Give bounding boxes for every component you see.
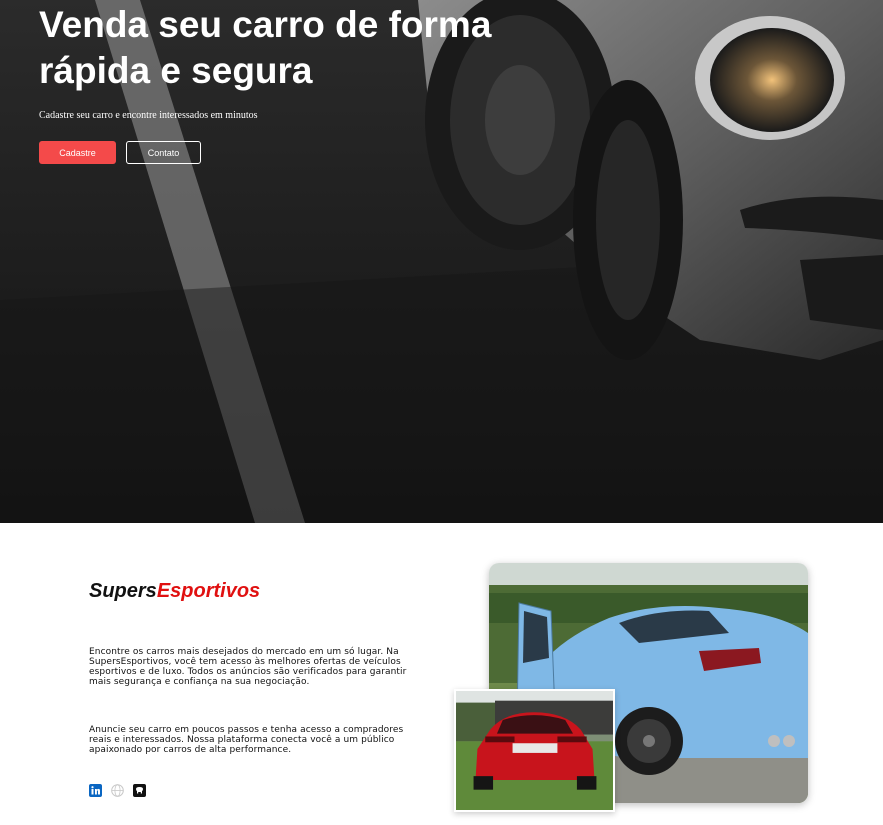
about-paragraph-2: Anuncie seu carro em poucos passos e ten…: [89, 725, 404, 755]
github-icon[interactable]: [133, 784, 146, 797]
globe-icon[interactable]: [111, 784, 124, 797]
hero-title: Venda seu carro de forma rápida e segura: [39, 4, 492, 91]
brand-logo: SupersEsportivos: [89, 580, 260, 603]
cadastre-button[interactable]: Cadastre: [39, 141, 116, 164]
brand-logo-part2: Esportivos: [156, 580, 261, 602]
contato-button[interactable]: Contato: [126, 141, 201, 164]
brand-logo-part1: Supers: [89, 580, 157, 602]
hero-subtitle: Cadastre seu carro e encontre interessad…: [39, 110, 258, 121]
about-paragraph-1: Encontre os carros mais desejados do mer…: [89, 647, 407, 687]
red-car-photo: [454, 689, 615, 812]
linkedin-icon[interactable]: [89, 784, 102, 797]
hero-section: Venda seu carro de forma rápida e segura…: [0, 0, 883, 523]
